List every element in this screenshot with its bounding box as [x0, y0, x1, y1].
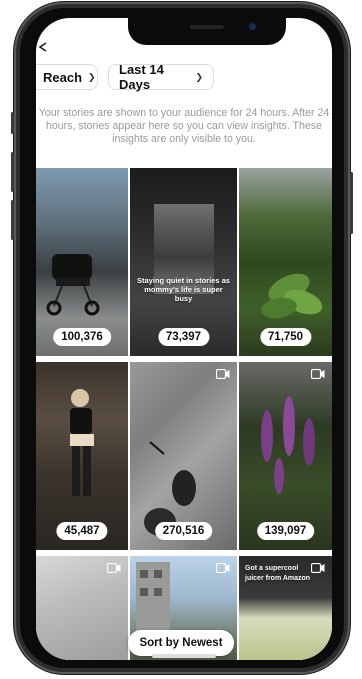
- reach-count: 73,397: [157, 328, 210, 346]
- earpiece-speaker: [190, 25, 224, 29]
- story-tile-1[interactable]: 100,376: [36, 168, 128, 356]
- period-dropdown[interactable]: Last 14 Days ❯: [108, 62, 214, 92]
- sort-by-newest-button[interactable]: Sort by Newest: [128, 630, 234, 656]
- volume-down-button: [11, 200, 14, 240]
- silent-switch: [11, 112, 14, 134]
- story-tile-6[interactable]: 139,097: [239, 362, 332, 550]
- power-button: [350, 172, 353, 234]
- period-label: Last 14 Days: [119, 62, 164, 92]
- story-tile-3[interactable]: 71,750: [239, 168, 332, 356]
- chevron-down-icon: ❯: [195, 71, 203, 82]
- video-camera-icon: [311, 369, 325, 379]
- reach-count: 45,487: [56, 522, 108, 540]
- story-caption: Staying quiet in stories as mommy's life…: [137, 276, 230, 303]
- stories-grid: 100,376 Staying quiet in stories as momm…: [36, 168, 332, 660]
- home-indicator[interactable]: [152, 654, 216, 658]
- video-camera-icon: [216, 563, 230, 573]
- notch: [128, 18, 286, 45]
- stroller-image: [46, 254, 100, 316]
- reach-count: 71,750: [259, 328, 312, 346]
- story-tile-2[interactable]: Staying quiet in stories as mommy's life…: [130, 168, 237, 356]
- purple-flowers-image: [261, 396, 315, 494]
- front-camera: [249, 23, 256, 30]
- person-mirror-image: [70, 389, 94, 496]
- volume-up-button: [11, 152, 14, 192]
- reach-count: 139,097: [256, 522, 315, 540]
- story-tile-5[interactable]: 270,516: [130, 362, 237, 550]
- phone-screen: Reach ❯ Last 14 Days ❯ Your stories are …: [36, 18, 332, 660]
- chevron-down-icon: ❯: [88, 71, 96, 82]
- video-camera-icon: [107, 563, 121, 573]
- back-arrow-icon[interactable]: [38, 42, 48, 52]
- filter-bar: Reach ❯ Last 14 Days ❯: [36, 62, 332, 94]
- story-tile-9[interactable]: Got a supercool juicer from Amazon: [239, 556, 332, 660]
- plant-leaves-image: [261, 273, 323, 319]
- story-caption: Got a supercool juicer from Amazon: [245, 565, 311, 582]
- video-camera-icon: [311, 563, 325, 573]
- story-tile-7[interactable]: [36, 556, 128, 660]
- story-tile-4[interactable]: 45,487: [36, 362, 128, 550]
- metric-label: Reach: [43, 69, 83, 85]
- video-camera-icon: [216, 369, 230, 379]
- reach-count: 270,516: [154, 522, 213, 540]
- metric-dropdown[interactable]: Reach ❯: [36, 64, 98, 90]
- stories-info-text: Your stories are shown to your audience …: [38, 107, 330, 145]
- reach-count: 100,376: [53, 328, 111, 346]
